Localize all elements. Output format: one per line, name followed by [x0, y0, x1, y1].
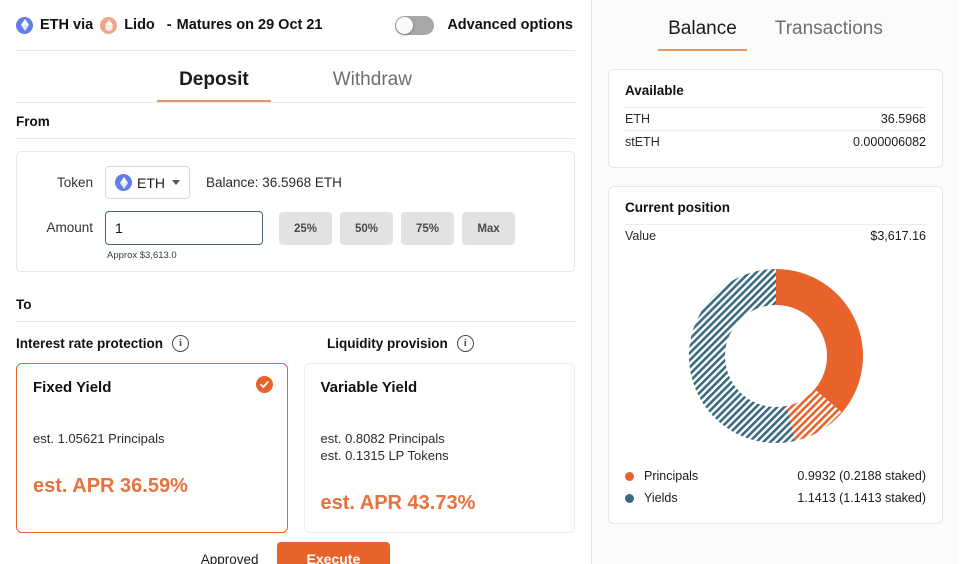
advanced-options-toggle[interactable] [395, 15, 435, 35]
balance-panel: Balance Transactions Available ETH 36.59… [592, 0, 959, 564]
liquidity-provision-header: Liquidity provision i [327, 335, 474, 352]
advanced-options-label: Advanced options [447, 17, 573, 33]
current-position-title: Current position [625, 200, 730, 215]
interest-rate-protection-label: Interest rate protection [16, 336, 164, 351]
tab-transactions[interactable]: Transactions [765, 12, 893, 51]
table-row: Value $3,617.16 [625, 224, 926, 247]
eth-coin-icon [115, 174, 132, 191]
variable-yield-apr: est. APR 43.73% [320, 492, 476, 515]
percent-75-button[interactable]: 75% [401, 212, 454, 245]
donut-segment [775, 269, 863, 413]
info-icon[interactable]: i [456, 335, 474, 352]
fixed-yield-apr: est. APR 36.59% [33, 475, 188, 498]
footer-actions: Approved Execute [0, 542, 591, 564]
current-position-card: Current position Value $3,617.16 Princip… [608, 186, 943, 524]
to-section-heading: To [16, 286, 575, 322]
deposit-panel: ETH via Lido - Matures on 29 Oct 21 Adva… [0, 0, 592, 564]
amount-approx-usd: Approx $3,613.0 [107, 250, 177, 261]
legend-color-dot [625, 471, 634, 481]
legend-principals-value: 0.9932 (0.2188 staked) [797, 469, 926, 483]
variable-yield-card[interactable]: Variable Yield est. 0.8082 Principals es… [303, 363, 575, 534]
tab-deposit[interactable]: Deposit [157, 63, 271, 102]
percent-50-button[interactable]: 50% [340, 212, 393, 245]
pool-descriptor: ETH via Lido - Matures on 29 Oct 21 [16, 16, 323, 34]
available-title: Available [625, 83, 684, 98]
execute-button[interactable]: Execute [276, 542, 391, 564]
amount-label: Amount [46, 220, 93, 235]
pool-asset-label: ETH via [40, 17, 94, 33]
position-donut-chart [625, 247, 926, 463]
pool-header: ETH via Lido - Matures on 29 Oct 21 Adva… [16, 0, 575, 51]
legend-item-principals: Principals 0.9932 (0.2188 staked) [625, 465, 926, 487]
legend-yields-label: Yields [644, 491, 678, 505]
legend-yields-value: 1.1413 (1.1413 staked) [797, 491, 926, 505]
deposit-withdraw-tabs: Deposit Withdraw [16, 51, 575, 103]
available-steth-value: 0.000006082 [853, 135, 926, 149]
percent-shortcut-group: 25% 50% 75% Max [279, 211, 515, 245]
table-row: ETH 36.5968 [625, 107, 926, 130]
interest-rate-protection-header: Interest rate protection i [16, 335, 190, 352]
check-circle-icon [255, 376, 273, 393]
info-icon[interactable]: i [172, 335, 190, 352]
position-value-amount: $3,617.16 [870, 229, 926, 243]
from-card: Token ETH Balance: 36.5968 ETH Amount Ap… [16, 151, 575, 272]
position-value-key: Value [625, 229, 657, 243]
variable-yield-estimates: est. 0.8082 Principals est. 0.1315 LP To… [321, 430, 559, 464]
token-label: Token [56, 175, 93, 190]
token-row: Token ETH Balance: 36.5968 ETH [31, 166, 560, 199]
lido-coin-icon [100, 16, 118, 34]
pool-maturity-label: Matures on 29 Oct 21 [176, 17, 323, 33]
legend-color-dot [625, 493, 634, 503]
legend-principals-label: Principals [644, 469, 699, 483]
token-selected-symbol: ETH [137, 174, 165, 191]
liquidity-provision-label: Liquidity provision [327, 336, 448, 351]
tab-balance[interactable]: Balance [658, 12, 747, 51]
eth-coin-icon [16, 16, 33, 34]
advanced-options-control[interactable]: Advanced options [395, 15, 573, 35]
available-eth-value: 36.5968 [880, 112, 926, 126]
tab-withdraw[interactable]: Withdraw [311, 63, 434, 102]
amount-input[interactable] [105, 211, 263, 245]
fixed-yield-line: est. 1.05621 Principals [33, 431, 165, 446]
pool-protocol-label: Lido [124, 17, 155, 33]
approved-status-label: Approved [200, 551, 259, 564]
fixed-yield-estimates: est. 1.05621 Principals [33, 430, 271, 447]
variable-yield-line: est. 0.8082 Principals [320, 431, 445, 446]
percent-25-button[interactable]: 25% [279, 212, 332, 245]
donut-legend: Principals 0.9932 (0.2188 staked) Yields… [625, 465, 926, 509]
percent-max-button[interactable]: Max [462, 212, 515, 245]
available-steth-key: stETH [625, 135, 660, 149]
pool-separator: - [166, 17, 172, 33]
token-select[interactable]: ETH [105, 166, 190, 199]
token-balance-label: Balance: 36.5968 ETH [206, 175, 342, 190]
balance-transactions-tabs: Balance Transactions [608, 0, 943, 51]
variable-yield-line: est. 0.1315 LP Tokens [320, 448, 449, 464]
fixed-yield-card[interactable]: Fixed Yield est. 1.05621 Principals est.… [16, 363, 288, 534]
legend-item-yields: Yields 1.1413 (1.1413 staked) [625, 487, 926, 509]
app-root: ETH via Lido - Matures on 29 Oct 21 Adva… [0, 0, 960, 564]
variable-yield-title: Variable Yield [320, 379, 418, 396]
yield-option-cards: Fixed Yield est. 1.05621 Principals est.… [16, 363, 575, 534]
available-card: Available ETH 36.5968 stETH 0.000006082 [608, 69, 943, 168]
chevron-down-icon [172, 180, 180, 185]
amount-field-group: Approx $3,613.0 [105, 211, 263, 261]
fixed-yield-title: Fixed Yield [33, 379, 112, 396]
toggle-knob [396, 16, 414, 34]
amount-row: Amount Approx $3,613.0 25% 50% 75% Max [31, 211, 560, 261]
available-eth-key: ETH [625, 112, 650, 126]
from-section-heading: From [16, 103, 575, 139]
table-row: stETH 0.000006082 [625, 130, 926, 153]
option-headers: Interest rate protection i Liquidity pro… [16, 322, 575, 352]
